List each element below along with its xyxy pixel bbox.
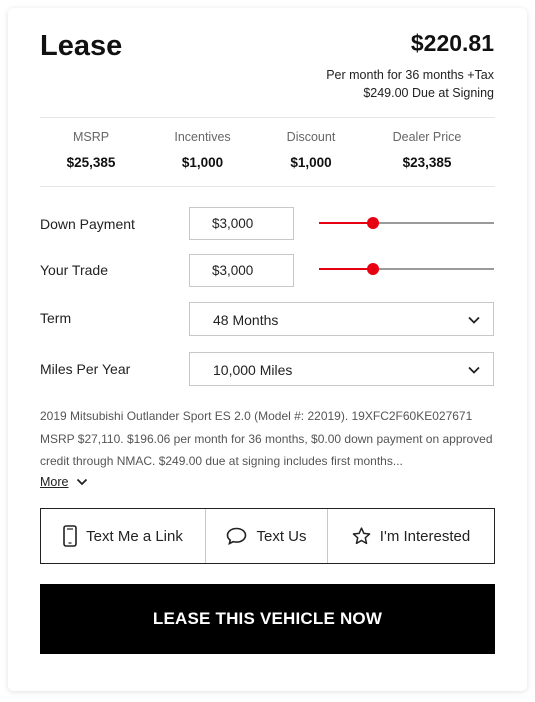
monthly-price: $220.81 — [410, 30, 494, 56]
stat-msrp: MSRP $25,385 — [40, 130, 142, 170]
text-us-button[interactable]: Text Us — [205, 509, 327, 563]
term-selected-value: 48 Months — [213, 312, 279, 328]
text-us-label: Text Us — [256, 527, 307, 545]
stat-incentives: Incentives $1,000 — [142, 130, 263, 170]
stat-label: Incentives — [174, 130, 231, 144]
term-label: Term — [40, 310, 72, 326]
term-select[interactable]: 48 Months — [189, 302, 494, 336]
stat-value: $1,000 — [290, 155, 332, 170]
stat-label: MSRP — [72, 130, 110, 144]
slider-handle[interactable] — [367, 217, 380, 229]
stat-discount: Discount $1,000 — [263, 130, 359, 170]
divider-top — [40, 117, 495, 118]
miles-select[interactable]: 10,000 Miles — [189, 352, 494, 386]
stat-value: $1,000 — [181, 155, 224, 170]
due-at-signing-text: $249.00 Due at Signing — [363, 86, 494, 100]
slider-fill — [319, 268, 374, 270]
trade-slider[interactable] — [319, 262, 494, 276]
slider-fill — [319, 222, 374, 224]
im-interested-label: I'm Interested — [379, 527, 471, 545]
down-payment-label: Down Payment — [40, 216, 135, 232]
divider-bottom — [40, 186, 495, 187]
slider-handle[interactable] — [367, 263, 380, 275]
chevron-down-icon — [77, 478, 88, 486]
miles-label: Miles Per Year — [40, 361, 131, 377]
price-term-text: Per month for 36 months +Tax — [326, 68, 494, 82]
down-payment-input[interactable] — [189, 207, 294, 240]
lease-vehicle-button[interactable]: LEASE THIS VEHICLE NOW — [40, 584, 495, 654]
chat-bubble-icon — [227, 527, 247, 545]
star-icon — [352, 527, 371, 545]
down-payment-slider[interactable] — [319, 216, 494, 230]
disclaimer-text: 2019 Mitsubishi Outlander Sport ES 2.0 (… — [40, 409, 493, 468]
stat-value: $25,385 — [66, 155, 116, 170]
stat-label: Discount — [286, 130, 336, 144]
more-label: More — [40, 475, 69, 489]
price-breakdown: MSRP $25,385 Incentives $1,000 Discount … — [40, 130, 495, 170]
chevron-down-icon — [468, 366, 480, 374]
trade-input[interactable] — [189, 254, 294, 287]
more-link[interactable]: More — [40, 475, 88, 489]
text-me-a-link-label: Text Me a Link — [86, 527, 183, 545]
stat-label: Dealer Price — [392, 130, 462, 144]
stat-value: $23,385 — [402, 155, 452, 170]
contact-actions: Text Me a Link Text Us I'm Interested — [40, 508, 495, 564]
miles-selected-value: 10,000 Miles — [213, 362, 293, 378]
trade-label: Your Trade — [40, 262, 108, 278]
price-details: Per month for 36 months +Tax $249.00 Due… — [326, 66, 494, 102]
im-interested-button[interactable]: I'm Interested — [327, 509, 494, 563]
stat-dealer-price: Dealer Price $23,385 — [359, 130, 495, 170]
text-me-a-link-button[interactable]: Text Me a Link — [41, 509, 205, 563]
chevron-down-icon — [468, 316, 480, 324]
page-title: Lease — [40, 30, 123, 62]
phone-icon — [63, 525, 77, 547]
